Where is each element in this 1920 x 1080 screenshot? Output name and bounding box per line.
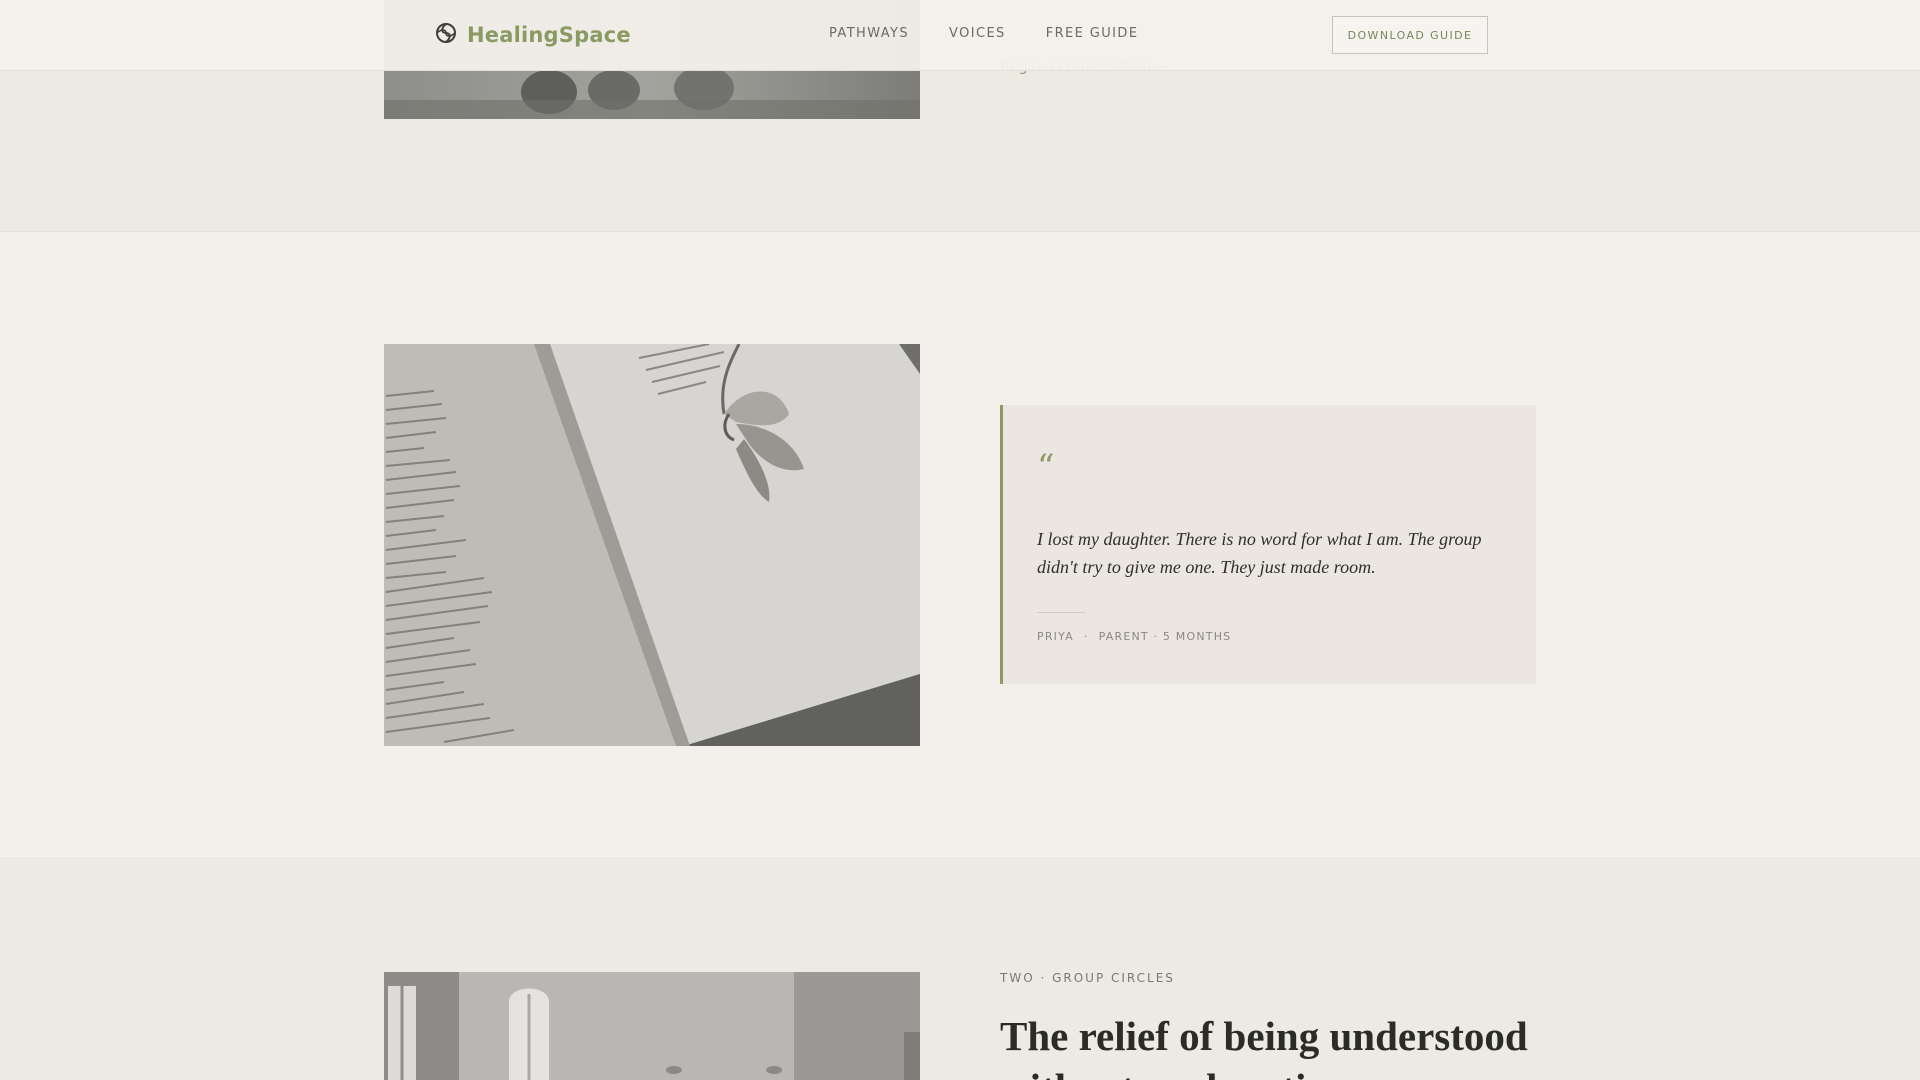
- section-heading: The relief of being understood without e…: [1000, 1013, 1528, 1080]
- quote-mark-icon: “: [1037, 447, 1055, 487]
- nav-voices[interactable]: VOICES: [949, 26, 1006, 41]
- site-header: HealingSpace PATHWAYS VOICES FREE GUIDE …: [0, 0, 1920, 71]
- nav-free-guide[interactable]: FREE GUIDE: [1046, 26, 1139, 41]
- testimonial-role: PARENT · 5 MONTHS: [1098, 630, 1232, 643]
- testimonial-quote: I lost my daughter. There is no word for…: [1037, 529, 1482, 577]
- group-circle-room-photo: [384, 972, 920, 1080]
- attribution-separator: ·: [1083, 630, 1089, 643]
- group-circles-section-band: [0, 858, 1920, 1080]
- testimonial-attribution: PRIYA · PARENT · 5 MONTHS: [1037, 630, 1231, 643]
- brand-logo[interactable]: HealingSpace: [435, 22, 631, 48]
- testimonial-name: PRIYA: [1037, 630, 1074, 643]
- download-guide-button[interactable]: DOWNLOAD GUIDE: [1332, 16, 1488, 54]
- main-nav: PATHWAYS VOICES FREE GUIDE: [829, 26, 1138, 41]
- spiral-logo-icon: [435, 22, 457, 48]
- section-eyebrow: TWO · GROUP CIRCLES: [1000, 971, 1175, 985]
- testimonial-card: “ I lost my daughter. There is no word f…: [1000, 405, 1536, 684]
- pressed-flower-book-photo: [384, 344, 920, 746]
- brand-name: HealingSpace: [467, 23, 631, 47]
- nav-pathways[interactable]: PATHWAYS: [829, 26, 909, 41]
- quote-divider: [1037, 612, 1085, 613]
